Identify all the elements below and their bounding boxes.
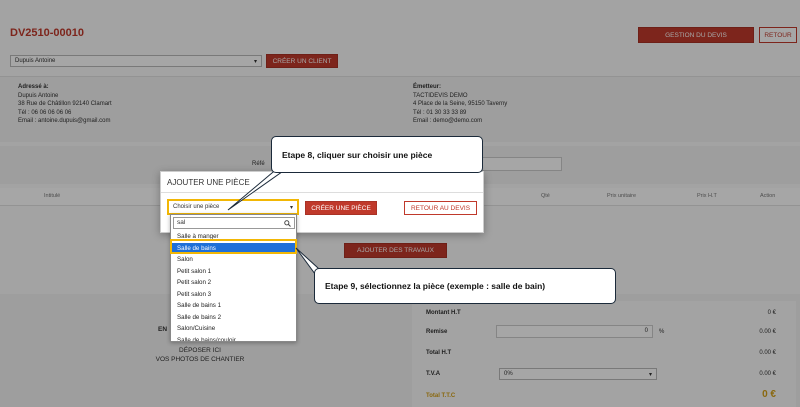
- callout-connectors: [227, 161, 319, 280]
- step9-callout: Etape 9, sélectionnez la pièce (exemple …: [314, 268, 616, 304]
- step8-callout: Etape 8, cliquer sur choisir une pièce: [271, 136, 483, 173]
